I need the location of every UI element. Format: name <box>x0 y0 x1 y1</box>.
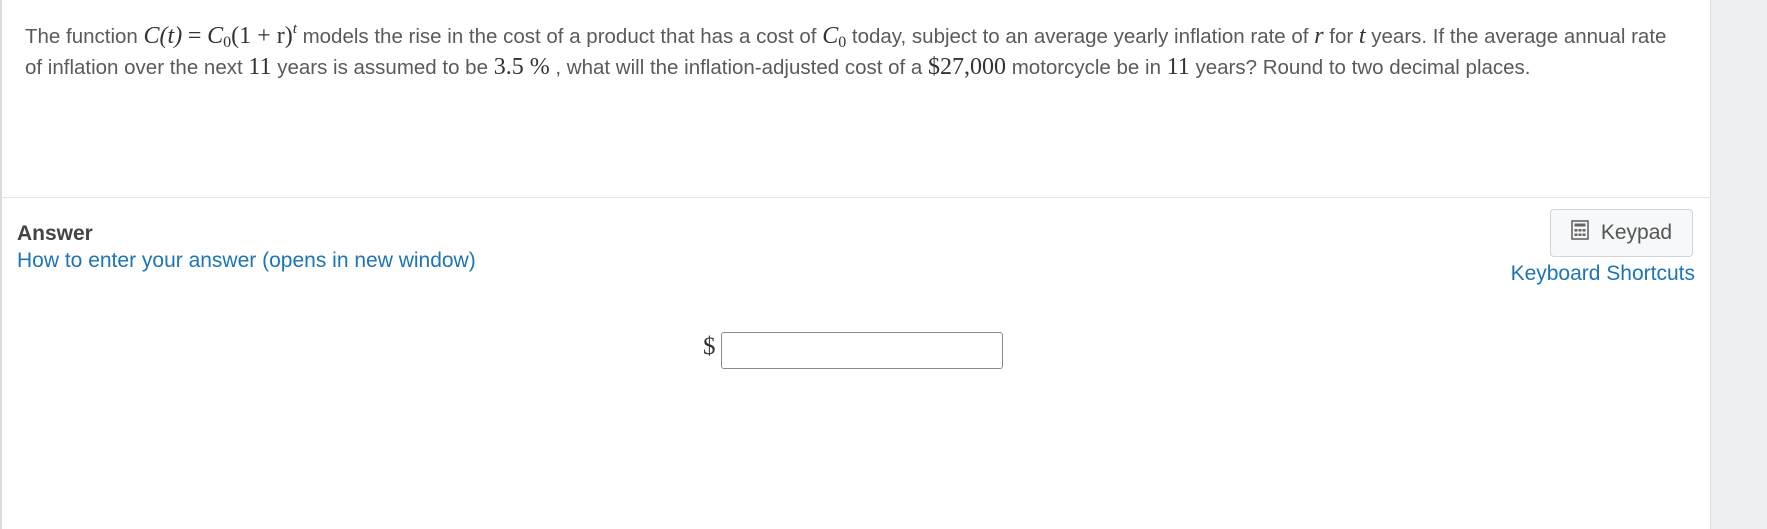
left-frame-border <box>0 0 2 529</box>
right-gutter <box>1710 0 1767 529</box>
currency-prefix: $ <box>703 333 716 360</box>
formula-paren: (1 + r) <box>231 23 293 49</box>
calculator-icon <box>1571 220 1589 246</box>
formula-subscript: 0 <box>223 34 232 51</box>
formula-lhs: C(t) <box>143 23 183 49</box>
c0-symbol: C <box>822 23 839 49</box>
formula-exponent: t <box>292 21 297 37</box>
question-text: The function C(t) = C0(1 + r)t models th… <box>25 21 1667 81</box>
years-value: 11 <box>248 54 272 80</box>
answer-input[interactable] <box>721 332 1003 369</box>
c0-subscript: 0 <box>838 34 847 51</box>
rate-value: 3.5 % <box>493 54 550 80</box>
how-to-enter-answer-link[interactable]: How to enter your answer (opens in new w… <box>17 249 476 273</box>
keyboard-shortcuts-link[interactable]: Keyboard Shortcuts <box>1511 262 1695 286</box>
keypad-button[interactable]: Keypad <box>1550 209 1693 257</box>
variable-t: t <box>1358 23 1366 49</box>
answer-heading: Answer <box>17 222 93 245</box>
price-value: $27,000 <box>928 54 1007 80</box>
variable-r: r <box>1314 23 1324 49</box>
section-divider <box>2 197 1710 198</box>
keypad-label: Keypad <box>1600 221 1673 244</box>
formula-equals: = <box>187 23 202 49</box>
years-value-2: 11 <box>1166 54 1190 80</box>
formula-c: C <box>207 23 224 49</box>
